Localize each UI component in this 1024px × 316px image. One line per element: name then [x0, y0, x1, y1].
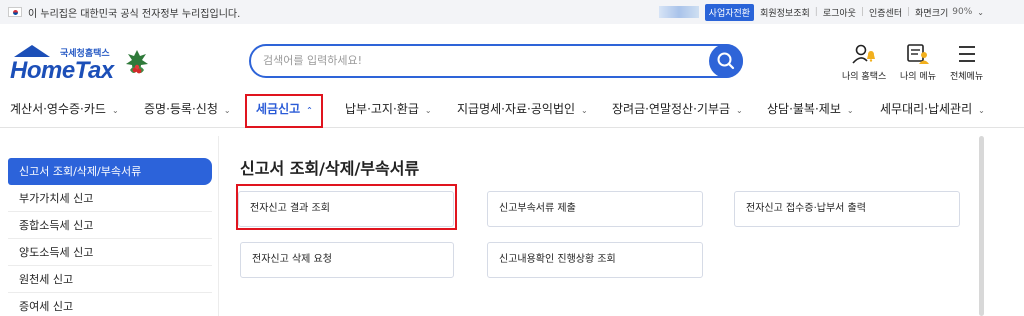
divider: |	[860, 7, 864, 17]
chevron-down-icon: ⌄	[736, 106, 743, 115]
chevron-down-icon: ⌄	[223, 106, 231, 115]
search-input[interactable]	[263, 54, 693, 67]
nav-item-label: 지급명세·자료·공익법인	[457, 102, 576, 116]
hometax-logo[interactable]: 국세청홈택스 HomeTax	[10, 42, 150, 86]
search-bar	[249, 44, 743, 78]
korea-flag-icon	[8, 7, 22, 17]
roof-icon	[14, 45, 50, 57]
chevron-down-icon: ⌄	[846, 106, 854, 115]
hamburger-icon	[958, 46, 975, 62]
nav-item-tax-agent[interactable]: 세무대리·납세관리 ⌄	[880, 100, 985, 117]
my-hometax-label: 나의 홈택스	[842, 72, 887, 82]
logout-link[interactable]: 로그아웃	[823, 6, 856, 19]
card-receipt-print[interactable]: 전자신고 접수증·납부서 출력	[734, 191, 960, 227]
nav-item-label: 세무대리·납세관리	[880, 102, 973, 116]
divider: |	[814, 7, 818, 17]
holly-decoration-icon	[126, 50, 148, 74]
main-nav: 계산서·영수증·카드 ⌄ 증명·등록·신청 ⌄ 세금신고 ⌃ 납부·고지·환급 ⌄ 지급…	[0, 88, 1024, 128]
chevron-down-icon[interactable]: ⌄	[977, 8, 984, 17]
gov-banner: 이 누리집은 대한민국 공식 전자정부 누리집입니다. 사업자전환 회원정보조회…	[0, 0, 1024, 24]
business-switch-button[interactable]: 사업자전환	[704, 3, 755, 21]
nav-item-label: 장려금·연말정산·기부금	[612, 102, 731, 116]
scrollbar[interactable]	[979, 136, 984, 316]
cert-center-link[interactable]: 인증센터	[869, 6, 902, 19]
sidebar-item-gift-tax[interactable]: 증여세 신고	[8, 293, 212, 316]
nav-item-certificate[interactable]: 증명·등록·신청 ⌄	[144, 100, 231, 117]
search-button[interactable]	[709, 44, 743, 78]
sidebar-item-transfer-tax[interactable]: 양도소득세 신고	[8, 239, 212, 266]
search-icon	[717, 52, 735, 70]
logo-text: HomeTax	[10, 57, 114, 84]
member-info-link[interactable]: 회원정보조회	[760, 6, 810, 19]
all-menu-button[interactable]: 전체메뉴	[950, 42, 983, 82]
sidebar-item-income-tax[interactable]: 종합소득세 신고	[8, 212, 212, 239]
menu-card-icon	[907, 44, 929, 64]
my-menu-button[interactable]: 나의 메뉴	[900, 42, 936, 82]
nav-item-label: 계산서·영수증·카드	[10, 102, 106, 116]
user-name-blurred	[658, 6, 699, 18]
nav-item-consulting[interactable]: 상담·불복·제보 ⌄	[767, 100, 854, 117]
chevron-down-icon: ⌄	[424, 106, 432, 115]
card-attachment-submit[interactable]: 신고부속서류 제출	[487, 191, 703, 227]
highlight-box	[245, 94, 323, 128]
my-hometax-button[interactable]: 나의 홈택스	[842, 42, 886, 82]
all-menu-label: 전체메뉴	[950, 72, 984, 82]
gov-banner-text: 이 누리집은 대한민국 공식 전자정부 누리집입니다.	[28, 8, 241, 20]
nav-item-payment[interactable]: 납부·고지·환급 ⌄	[345, 100, 432, 117]
sidebar-item-report-inquiry[interactable]: 신고서 조회/삭제/부속서류	[8, 158, 212, 185]
divider: |	[907, 7, 911, 17]
sidebar: 신고서 조회/삭제/부속서류 부가가치세 신고 종합소득세 신고 양도소득세 신…	[8, 158, 212, 316]
chevron-down-icon: ⌄	[581, 106, 588, 115]
card-review-status[interactable]: 신고내용확인 진행상황 조회	[487, 242, 703, 278]
nav-item-incentives[interactable]: 장려금·연말정산·기부금 ⌄	[612, 100, 743, 117]
sidebar-item-withholding[interactable]: 원천세 신고	[8, 266, 212, 293]
page-title: 신고서 조회/삭제/부속서류	[240, 159, 420, 178]
nav-item-label: 증명·등록·신청	[144, 102, 218, 116]
zoom-value[interactable]: 90%	[952, 7, 972, 17]
my-menu-label: 나의 메뉴	[900, 72, 936, 82]
nav-item-statements[interactable]: 지급명세·자료·공익법인 ⌄	[457, 100, 588, 117]
chevron-down-icon: ⌄	[111, 106, 119, 115]
user-bell-icon	[852, 44, 876, 64]
highlight-box	[236, 184, 457, 230]
nav-item-label: 상담·불복·제보	[767, 102, 841, 116]
zoom-label: 화면크기	[915, 8, 949, 19]
nav-item-invoice[interactable]: 계산서·영수증·카드 ⌄	[10, 100, 119, 117]
nav-item-label: 납부·고지·환급	[345, 102, 419, 116]
chevron-down-icon: ⌄	[978, 106, 985, 115]
card-deletion-request[interactable]: 전자신고 삭제 요청	[240, 242, 454, 278]
sidebar-item-vat[interactable]: 부가가치세 신고	[8, 185, 212, 212]
